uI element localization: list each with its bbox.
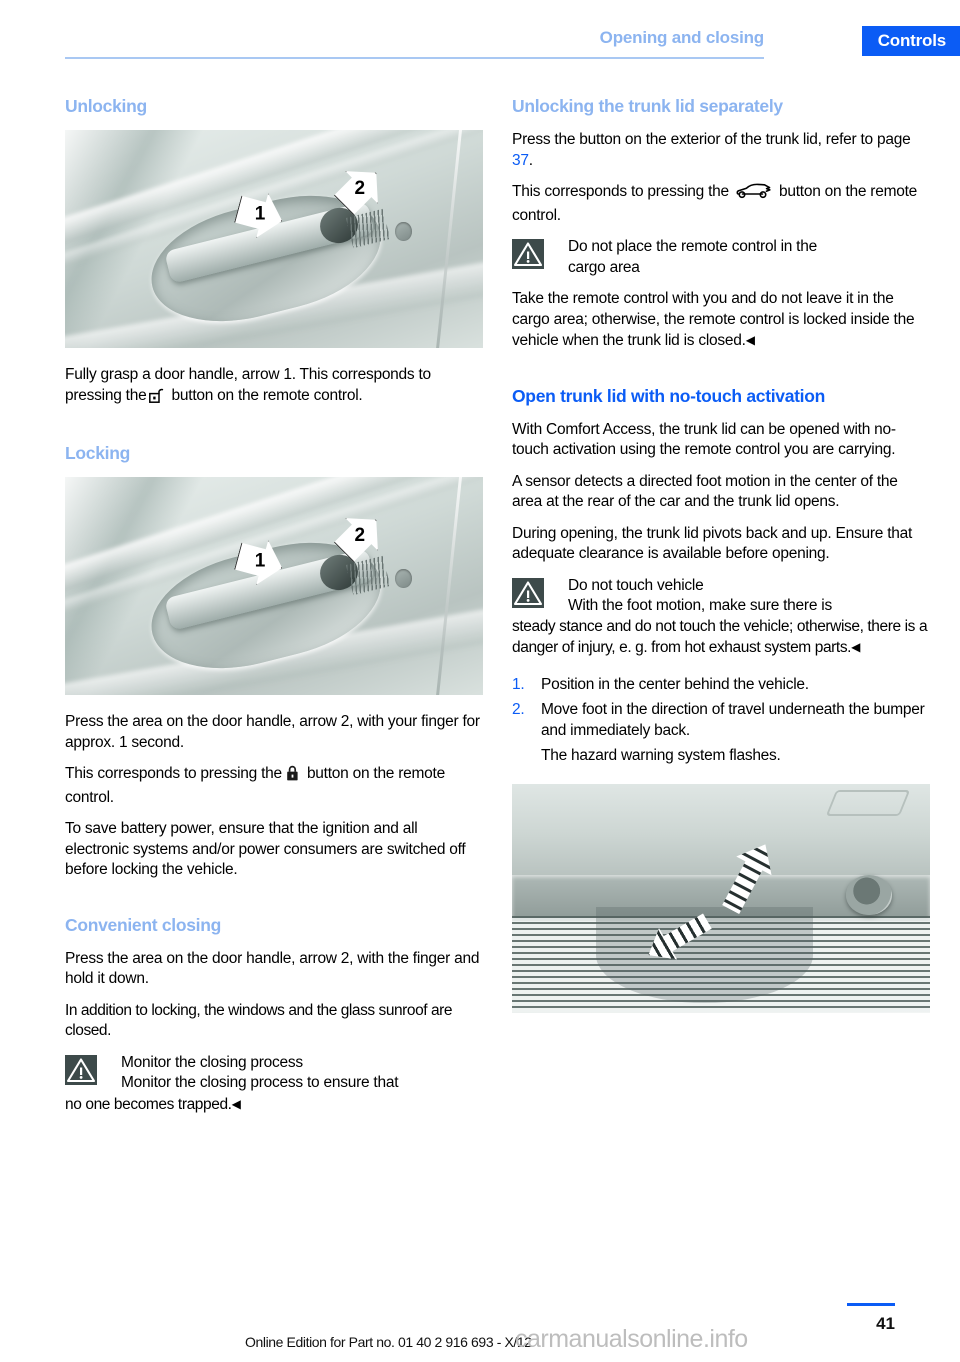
trunk-remote-before: This corresponds to pressing the <box>512 183 729 200</box>
cargo-warning-text: Take the remote control with you and do … <box>512 290 915 349</box>
warning-title-monitor: Monitor the closing process <box>121 1053 303 1071</box>
step-number: 2. <box>512 701 525 718</box>
page-number: 41 <box>876 1314 895 1333</box>
paragraph-comfort-access: With Comfort Access, the trunk lid can b… <box>512 420 896 459</box>
unlock-padlock-icon <box>149 387 164 410</box>
footer-watermark: carmanualsonline.info <box>515 1325 748 1353</box>
right-column: Unlocking the trunk lid separately Press… <box>512 96 930 1030</box>
trunk-text-before: Press the button on the exterior of the … <box>512 131 911 148</box>
door-keyhole <box>395 221 412 242</box>
door-keyhole <box>395 568 412 589</box>
step-number: 1. <box>512 675 525 693</box>
heading-locking: Locking <box>65 443 130 463</box>
warning-triangle-icon <box>512 239 544 269</box>
header-chapter-label: Opening and closing <box>599 28 765 47</box>
step-text: Move foot in the direction of travel und… <box>541 701 925 739</box>
footer-edition-text: Online Edition for Part no. 01 40 2 916 … <box>245 1334 532 1350</box>
paragraph-trunk-remote: This corresponds to pressing the button … <box>512 182 930 226</box>
list-item: 1. Position in the center behind the vehi… <box>512 675 930 696</box>
callout-arrow-1-label: 1 <box>254 204 266 226</box>
paragraph-locking-press: Press the area on the door handle, arrow… <box>65 713 480 751</box>
warning-foot-motion-rest: steady stance and do not touch the vehic… <box>512 617 930 659</box>
steps-list-no-touch: 1. Position in the center behind the vehi… <box>512 675 930 742</box>
left-column: Unlocking 1 2 Fully grasp a door handle,… <box>65 96 483 1126</box>
header-section-banner: Controls <box>861 26 960 56</box>
header-divider-rule <box>65 57 764 59</box>
warning-title-cargo-line2: cargo area <box>568 258 640 276</box>
warning-end-mark: ◀ <box>231 1096 241 1111</box>
paragraph-convenient-windows: In addition to locking, the windows and … <box>65 1001 453 1040</box>
paragraph-convenient-press: Press the area on the door handle, arrow… <box>65 949 480 988</box>
warning-foot-motion-first-line: With the foot motion, make sure there is <box>568 597 832 614</box>
warning-remote-cargo-area: Do not place the remote control in the c… <box>512 237 930 278</box>
paragraph-opening-clearance: During opening, the trunk lid pivots bac… <box>512 524 913 563</box>
figure-door-handle-locking: 1 2 <box>65 477 483 695</box>
heading-unlock-trunk-separately: Unlocking the trunk lid separately <box>512 96 783 116</box>
paragraph-sensor-detection: A sensor detects a directed foot motion … <box>512 472 898 511</box>
paragraph-trunk-button: Press the button on the exterior of the … <box>512 130 930 171</box>
page-header: Opening and closing Controls <box>0 0 960 62</box>
warning-title-cargo-line1: Do not place the remote control in the <box>568 238 817 255</box>
paragraph-cargo-warning-body: Take the remote control with you and do … <box>512 289 930 352</box>
cargo-warning-end-mark: ◀ <box>745 333 755 347</box>
warning-rest-text: no one becomes trapped. <box>65 1095 232 1113</box>
figure-door-handle-unlocking: 1 2 <box>65 130 483 348</box>
header-section-label: Controls <box>877 31 946 50</box>
warning-do-not-touch-vehicle: Do not touch vehicle With the foot motio… <box>512 576 930 659</box>
figure-rear-bumper-foot-motion <box>512 783 930 1013</box>
heading-unlocking: Unlocking <box>65 96 147 116</box>
page-cross-reference-link[interactable]: 37 <box>512 152 529 169</box>
callout-arrow-2-label: 2 <box>354 178 366 200</box>
list-item: 2. Move foot in the direction of travel u… <box>512 700 930 741</box>
warning-triangle-icon <box>512 577 544 608</box>
page-footer: Online Edition for Part no. 01 40 2 916 … <box>0 1302 960 1362</box>
warning-title-do-not-touch: Do not touch vehicle <box>568 576 704 594</box>
unlocking-text-after: button on the remote control. <box>171 386 363 404</box>
warning-monitor-closing: Monitor the closing process Monitor the … <box>65 1053 483 1116</box>
paragraph-unlocking-instruction: Fully grasp a door handle, arrow 1. This… <box>65 365 483 409</box>
warning-triangle-icon <box>65 1054 97 1085</box>
heading-convenient-closing: Convenient closing <box>65 914 222 935</box>
locking-text-before: This corresponds to pressing the <box>65 765 282 782</box>
warning-body-rest: no one becomes trapped.◀ <box>65 1094 483 1116</box>
warning-foot-end-mark: ◀ <box>851 640 861 654</box>
page-number-rule <box>847 1303 895 1306</box>
paragraph-locking-battery: To save battery power, ensure that the i… <box>65 820 466 878</box>
taillight-slot <box>825 790 911 817</box>
trunk-text-after: . <box>528 151 533 169</box>
warning-foot-rest-text: steady stance and do not touch the vehic… <box>512 617 928 657</box>
car-trunk-icon <box>736 183 772 206</box>
step-note-hazard-flash: The hazard warning system flashes. <box>541 747 781 764</box>
callout-arrow-1-label: 1 <box>254 551 266 573</box>
step-text: Position in the center behind the vehicl… <box>541 675 809 693</box>
heading-no-touch-activation: Open trunk lid with no-touch activation <box>512 385 826 406</box>
warning-body-first-line: Monitor the closing process to ensure th… <box>121 1074 399 1091</box>
lock-padlock-icon <box>285 765 300 788</box>
paragraph-locking-remote: This corresponds to pressing the button … <box>65 764 483 808</box>
callout-arrow-2-label: 2 <box>354 525 366 547</box>
